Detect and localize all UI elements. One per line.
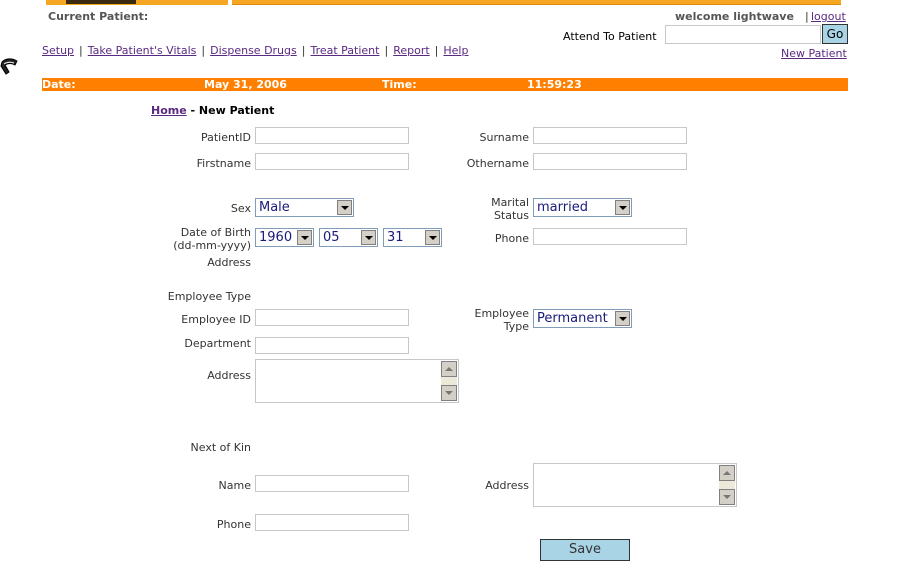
chevron-down-icon [615, 200, 630, 215]
time-value: 11:59:23 [527, 78, 582, 91]
save-button[interactable]: Save [540, 539, 630, 561]
patient-id-label: PatientID [200, 131, 251, 144]
chevron-down-icon [615, 311, 630, 326]
employee-id-input[interactable] [255, 309, 409, 326]
kin-phone-label: Phone [216, 518, 251, 531]
time-label: Time: [382, 78, 417, 91]
kin-address-label: Address [485, 479, 529, 492]
banner-logo-strip [66, 0, 136, 4]
nav-item-setup[interactable]: Setup [42, 44, 74, 57]
scroll-down-icon[interactable] [441, 385, 457, 401]
next-of-kin-heading: Next of Kin [190, 441, 251, 454]
chevron-down-icon [361, 230, 376, 245]
kin-address-textarea[interactable] [533, 463, 737, 507]
logout-separator: | [805, 10, 809, 23]
scroll-up-icon[interactable] [719, 465, 735, 481]
breadcrumb-home-link[interactable]: Home [151, 104, 187, 117]
hand-pointer-icon [0, 58, 18, 75]
chevron-down-icon [297, 230, 312, 245]
surname-input[interactable] [533, 127, 687, 144]
main-nav: Setup | Take Patient's Vitals | Dispense Dru… [42, 44, 469, 57]
dob-label: Date of Birth (dd-mm-yyyy) [173, 226, 251, 252]
breadcrumb: Home - New Patient [151, 104, 274, 117]
scroll-up-icon[interactable] [441, 361, 457, 377]
firstname-input[interactable] [255, 153, 409, 170]
scrollbar[interactable] [441, 361, 457, 401]
employee-id-label: Employee ID [181, 313, 251, 326]
nav-item-help[interactable]: Help [443, 44, 468, 57]
department-label: Department [184, 337, 251, 350]
employee-type-heading: Employee Type [167, 290, 251, 303]
scrollbar[interactable] [719, 465, 735, 505]
marital-status-select[interactable]: married [533, 198, 632, 217]
nav-item-treat-patient[interactable]: Treat Patient [310, 44, 379, 57]
logout-link[interactable]: logout [811, 10, 846, 23]
nav-item-report[interactable]: Report [393, 44, 429, 57]
employee-address-textarea[interactable] [255, 359, 459, 403]
sex-label: Sex [230, 202, 251, 215]
nav-item-vitals[interactable]: Take Patient's Vitals [88, 44, 197, 57]
chevron-down-icon [337, 200, 352, 215]
firstname-label: Firstname [196, 157, 251, 170]
dob-year-select[interactable]: 1960 [255, 228, 314, 247]
date-value: May 31, 2006 [204, 78, 287, 91]
employee-address-label: Address [207, 369, 251, 382]
new-patient-link[interactable]: New Patient [781, 47, 847, 60]
marital-status-label: Marital Status [491, 196, 529, 222]
go-button[interactable]: Go [822, 24, 848, 44]
date-label: Date: [42, 78, 76, 91]
sex-select[interactable]: Male [255, 198, 354, 217]
surname-label: Surname [479, 131, 529, 144]
kin-name-label: Name [218, 479, 251, 492]
header-rule [232, 4, 841, 5]
phone-input[interactable] [533, 228, 687, 245]
kin-phone-input[interactable] [255, 514, 409, 531]
scroll-down-icon[interactable] [719, 489, 735, 505]
department-input[interactable] [255, 337, 409, 354]
phone-label: Phone [494, 232, 529, 245]
employee-type-label: Employee Type [474, 307, 529, 333]
employee-type-select[interactable]: Permanent [533, 309, 632, 328]
dob-month-select[interactable]: 05 [319, 228, 378, 247]
attend-label: Attend To Patient [563, 30, 657, 43]
breadcrumb-current: - New Patient [190, 104, 275, 117]
address-label: Address [207, 256, 251, 269]
othername-input[interactable] [533, 153, 687, 170]
current-patient-label: Current Patient: [48, 10, 149, 23]
kin-name-input[interactable] [255, 475, 409, 492]
patient-id-input[interactable] [255, 127, 409, 144]
welcome-text: welcome lightwave [675, 10, 794, 23]
date-time-bar: Date: May 31, 2006 Time: 11:59:23 [42, 78, 848, 91]
othername-label: Othername [466, 157, 529, 170]
nav-item-dispense-drugs[interactable]: Dispense Drugs [210, 44, 297, 57]
attend-patient-input[interactable] [665, 25, 821, 44]
